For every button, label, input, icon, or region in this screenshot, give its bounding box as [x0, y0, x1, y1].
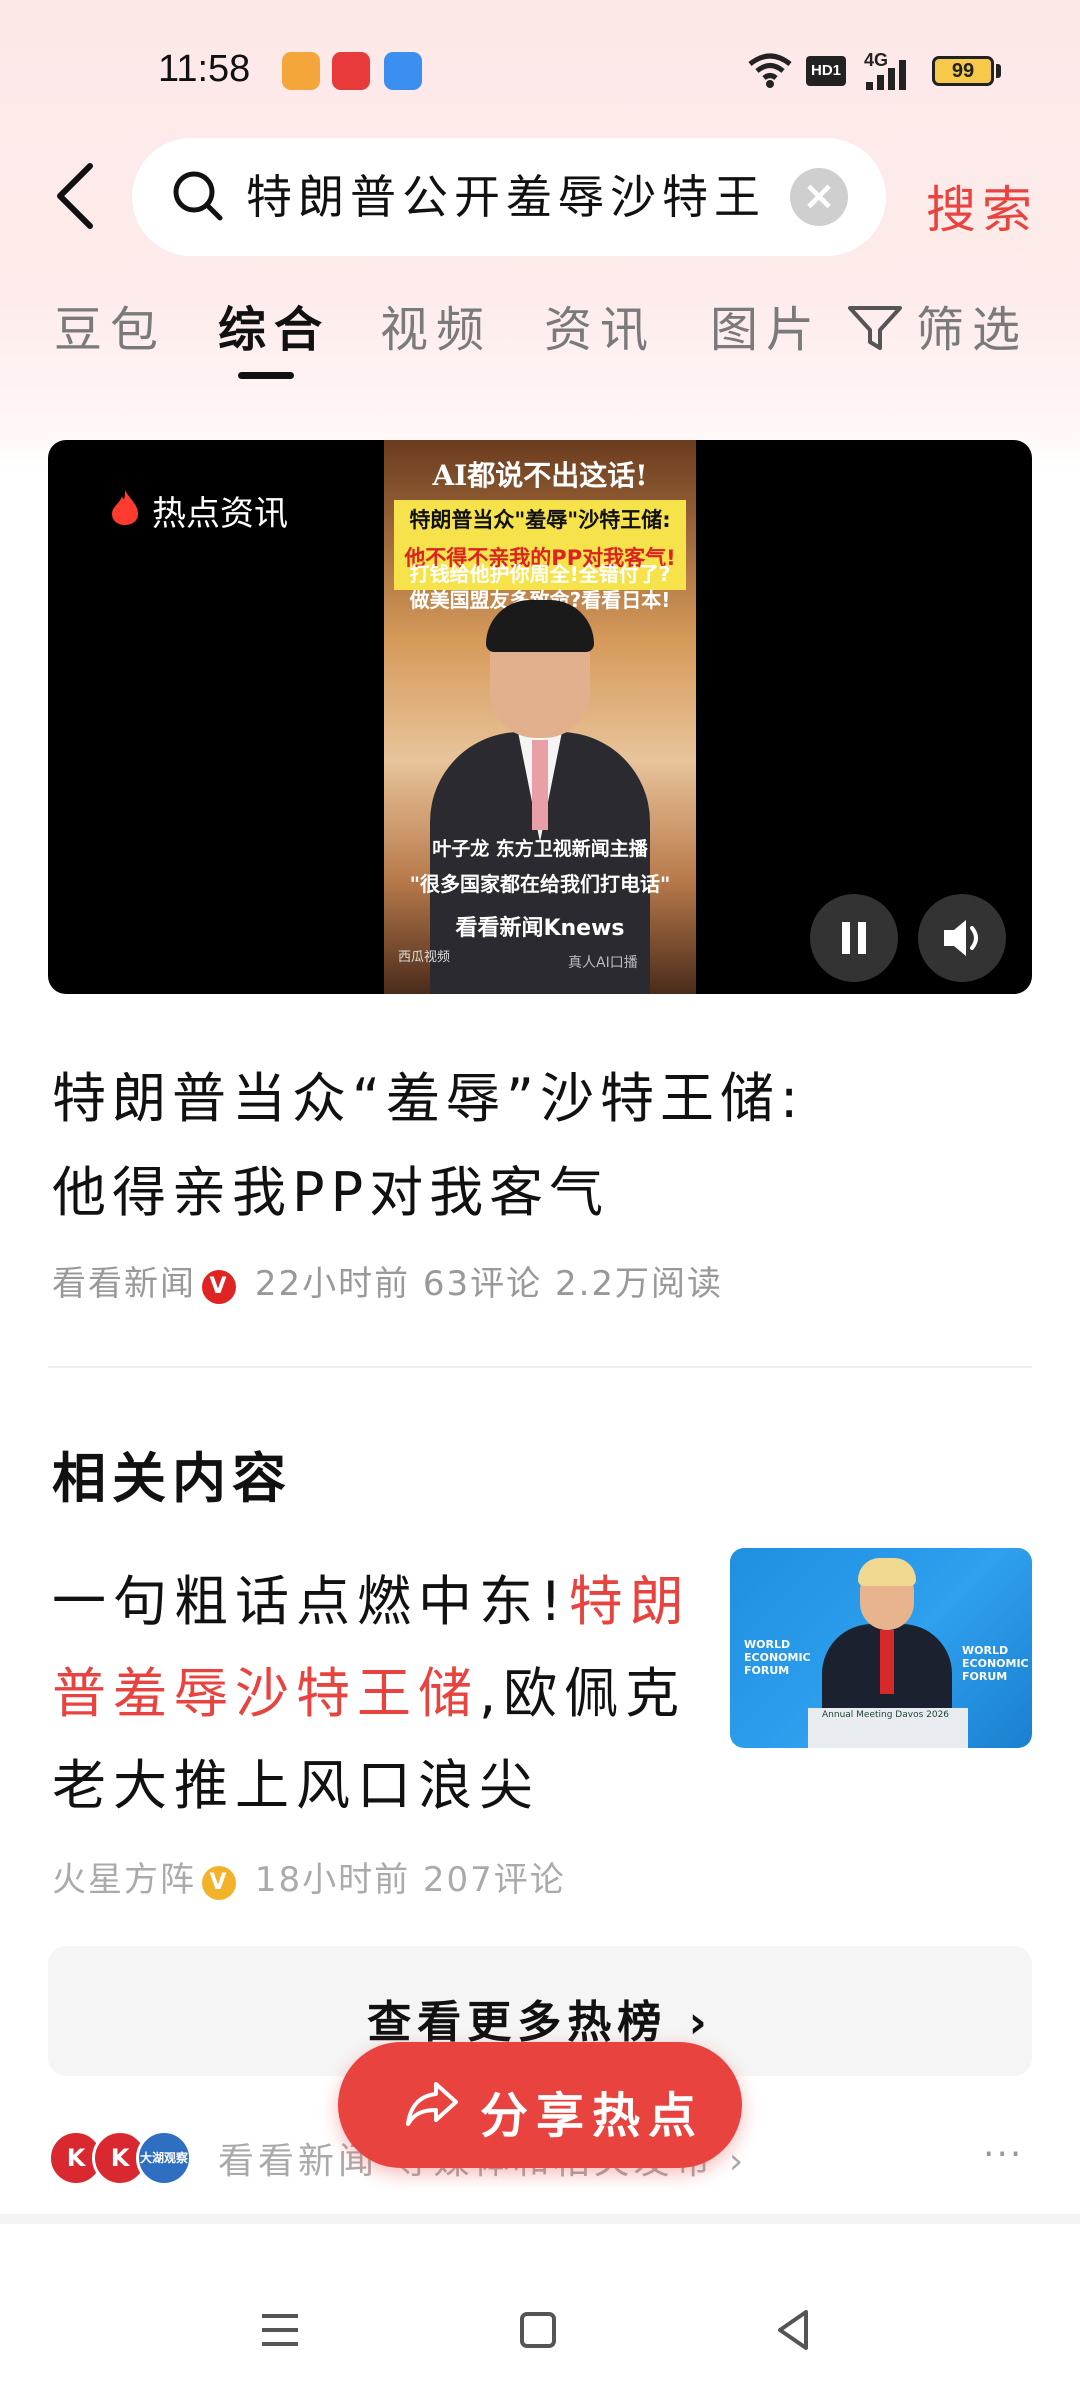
- frame-banner-line1: 特朗普当众"羞辱"沙特王储:: [409, 508, 671, 532]
- thumb-person-tie: [880, 1630, 894, 1694]
- thumb-person-hair: [858, 1558, 916, 1586]
- battery-icon: 99: [932, 56, 994, 86]
- tab-images[interactable]: 图片: [710, 290, 822, 360]
- article-comments: 63评论: [422, 1264, 543, 1304]
- related-title-prefix: 一句粗话点燃中东!: [52, 1570, 569, 1633]
- wifi-icon: [748, 53, 792, 88]
- notification-app-icon: [282, 52, 320, 90]
- anchor-tie: [532, 740, 548, 830]
- search-input[interactable]: 特朗普公开羞辱沙特王 ×: [132, 138, 886, 256]
- thumb-podium-text: Annual Meeting Davos 2026: [822, 1710, 950, 1720]
- verified-icon: V: [202, 1866, 236, 1900]
- frame-caption-line1: 叶子龙 东方卫视新闻主播: [432, 838, 648, 860]
- result-tabs: 豆包 综合 视频 资讯 图片 筛选: [0, 290, 1080, 380]
- share-hot-label: 分享热点: [480, 2088, 705, 2144]
- volume-icon: [944, 920, 978, 956]
- search-results-page: 11:58 HD1 4G 99 特朗普公开羞辱沙特王 × 搜索 豆包 综合 视频…: [0, 0, 1080, 2400]
- article-reads: 2.2万阅读: [554, 1264, 724, 1304]
- thumb-forum-text-left: WORLD ECONOMIC FORUM: [744, 1638, 811, 1677]
- related-item-title[interactable]: 一句粗话点燃中东!特朗普羞辱沙特王储,欧佩克老大推上风口浪尖: [52, 1556, 692, 1832]
- tab-doubao[interactable]: 豆包: [54, 290, 166, 360]
- pause-button[interactable]: [810, 894, 898, 982]
- related-section-title: 相关内容: [52, 1447, 292, 1510]
- battery-level: 99: [951, 60, 975, 82]
- tab-video[interactable]: 视频: [380, 290, 492, 360]
- avatar: 大湖观察: [136, 2130, 192, 2186]
- volume-button[interactable]: [918, 894, 1006, 982]
- related-thumbnail[interactable]: WORLD ECONOMIC FORUM WORLD ECONOMIC FORU…: [730, 1548, 1032, 1748]
- notification-app-icon: [332, 52, 370, 90]
- back-icon[interactable]: [764, 2300, 824, 2360]
- frame-watermark-right: 真人AI口播: [568, 955, 638, 971]
- verified-icon: V: [202, 1270, 236, 1304]
- video-player[interactable]: 热点资讯 AI都说不出这话! 特朗普当众"羞辱"沙特王储: 他不得不亲我的PP对…: [48, 440, 1032, 994]
- active-tab-indicator: [238, 372, 294, 379]
- article-title[interactable]: 特朗普当众“羞辱”沙特王储: 他得亲我PP对我客气: [52, 1052, 952, 1240]
- thumb-forum-text-right: WORLD ECONOMIC FORUM: [962, 1644, 1029, 1683]
- article-meta: 看看新闻 V 22小时前 63评论 2.2万阅读: [52, 1256, 723, 1305]
- menu-icon[interactable]: [250, 2300, 310, 2360]
- hd-badge: HD1: [806, 56, 846, 86]
- system-nav-bar: [0, 2214, 1080, 2400]
- frame-watermark-left: 西瓜视频: [398, 950, 451, 965]
- search-icon: [173, 171, 223, 221]
- article-time: 22小时前: [254, 1264, 411, 1304]
- battery-tip: [996, 64, 1001, 78]
- related-time: 18小时前: [254, 1860, 411, 1900]
- frame-sub-line1: 打钱给他护你周全!全错付了?: [409, 562, 671, 586]
- tab-news[interactable]: 资讯: [544, 290, 656, 360]
- status-bar: 11:58 HD1 4G 99: [0, 0, 1080, 130]
- search-query[interactable]: 特朗普公开羞辱沙特王: [246, 166, 766, 228]
- article-title-line2: 他得亲我PP对我客气: [52, 1161, 610, 1224]
- related-comments: 207评论: [422, 1860, 566, 1900]
- share-icon: [406, 2082, 458, 2126]
- tab-filter[interactable]: 筛选: [916, 290, 1028, 360]
- weather-icon: [384, 52, 422, 90]
- frame-brand: 看看新闻Knews: [455, 916, 625, 941]
- article-source[interactable]: 看看新闻: [52, 1264, 196, 1304]
- frame-caption-line2: "很多国家都在给我们打电话": [409, 872, 671, 896]
- article-title-line1: 特朗普当众“羞辱”沙特王储:: [52, 1067, 805, 1130]
- clear-icon[interactable]: ×: [790, 168, 848, 226]
- video-source-label: 热点资讯: [152, 494, 288, 534]
- home-icon[interactable]: [508, 2300, 568, 2360]
- back-arrow-icon[interactable]: [50, 160, 100, 232]
- pause-icon: [842, 922, 866, 954]
- divider: [48, 1366, 1032, 1368]
- filter-icon[interactable]: [846, 302, 904, 352]
- more-options-icon[interactable]: ···: [983, 2134, 1023, 2175]
- signal-icon: [866, 60, 906, 90]
- frame-headline: AI都说不出这话!: [432, 459, 648, 492]
- more-hot-label: 查看更多热榜 ›: [367, 1997, 713, 2048]
- related-source[interactable]: 火星方阵: [52, 1860, 196, 1900]
- search-button[interactable]: 搜索: [926, 170, 1038, 242]
- flame-icon: [112, 490, 138, 525]
- tab-comprehensive[interactable]: 综合: [218, 290, 330, 360]
- share-hot-button[interactable]: 分享热点: [338, 2042, 742, 2168]
- related-item-meta: 火星方阵 V 18小时前 207评论: [52, 1852, 566, 1901]
- video-frame: AI都说不出这话! 特朗普当众"羞辱"沙特王储: 他不得不亲我的PP对我客气! …: [384, 440, 696, 994]
- status-time: 11:58: [158, 48, 251, 90]
